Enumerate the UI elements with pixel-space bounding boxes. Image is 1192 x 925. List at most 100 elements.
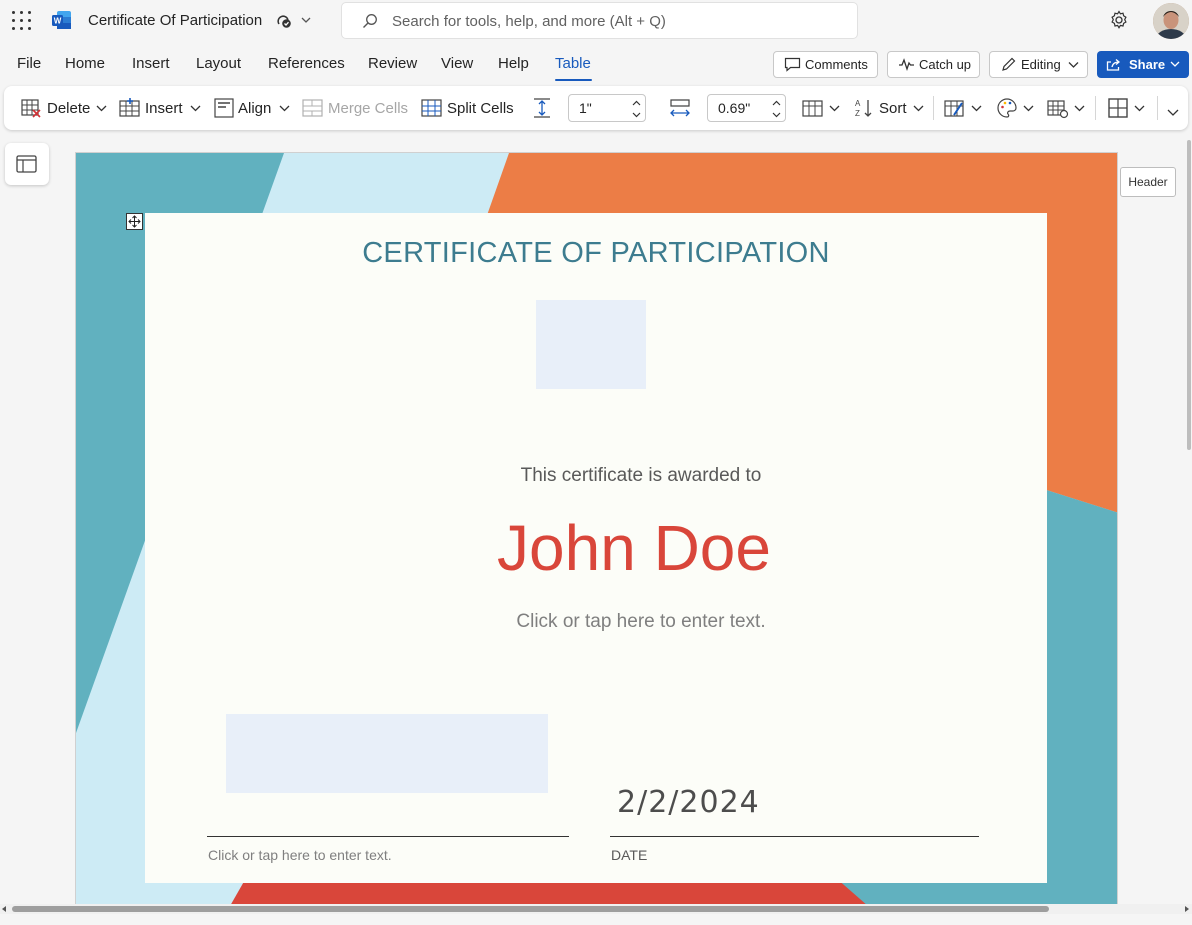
active-tab-indicator xyxy=(555,79,592,81)
tab-help[interactable]: Help xyxy=(498,55,529,72)
navigation-pane-icon xyxy=(16,155,37,173)
tab-references[interactable]: References xyxy=(268,55,345,72)
search-placeholder: Search for tools, help, and more (Alt + … xyxy=(392,13,666,30)
distribute-icon xyxy=(802,100,823,117)
catch-up-label: Catch up xyxy=(919,57,972,72)
ribbon-divider xyxy=(1157,96,1158,120)
search-icon xyxy=(363,14,377,28)
table-styles-button[interactable] xyxy=(944,86,984,130)
chevron-up-icon[interactable] xyxy=(632,99,641,107)
chevron-down-icon[interactable] xyxy=(772,111,781,119)
search-box[interactable]: Search for tools, help, and more (Alt + … xyxy=(341,2,858,39)
chevron-up-icon[interactable] xyxy=(772,99,781,107)
chevron-down-icon xyxy=(190,105,201,112)
chevron-down-icon xyxy=(829,105,840,112)
svg-text:A: A xyxy=(855,99,861,108)
settings-gear-icon[interactable] xyxy=(1109,10,1129,30)
share-label: Share xyxy=(1129,57,1166,72)
ribbon-divider xyxy=(933,96,934,120)
merge-cells-icon xyxy=(302,99,323,117)
catch-up-button[interactable]: Catch up xyxy=(887,51,980,78)
sort-az-icon: A Z xyxy=(855,99,872,118)
tab-insert[interactable]: Insert xyxy=(132,55,170,72)
tab-layout[interactable]: Layout xyxy=(196,55,241,72)
align-button[interactable]: Align xyxy=(213,86,291,130)
horizontal-scrollbar[interactable] xyxy=(0,904,1192,914)
document-title[interactable]: Certificate Of Participation xyxy=(88,12,262,29)
share-button[interactable]: Share xyxy=(1097,51,1189,78)
status-bar xyxy=(0,914,1192,925)
date-line xyxy=(610,836,979,837)
date-label[interactable]: DATE xyxy=(611,847,647,863)
vertical-scrollbar[interactable] xyxy=(1185,140,1192,904)
certificate-panel: CERTIFICATE OF PARTICIPATION This certif… xyxy=(145,213,1047,883)
chevron-down-icon xyxy=(1170,61,1180,67)
delete-table-icon xyxy=(21,99,41,118)
saved-status-icon[interactable] xyxy=(275,12,292,29)
table-properties-button[interactable] xyxy=(1047,86,1087,130)
awarded-text[interactable]: This certificate is awarded to xyxy=(145,465,1047,487)
editing-mode-button[interactable]: Editing xyxy=(989,51,1088,78)
pencil-icon xyxy=(1002,57,1016,71)
navigation-pane-button[interactable] xyxy=(5,143,49,185)
chevron-down-icon xyxy=(279,105,290,112)
insert-rows-button[interactable]: Insert xyxy=(119,86,205,130)
palette-icon xyxy=(997,98,1017,118)
details-placeholder[interactable]: Click or tap here to enter text. xyxy=(145,611,1047,633)
chevron-down-icon xyxy=(1134,105,1145,112)
row-height-value: 1" xyxy=(579,100,592,116)
tab-review[interactable]: Review xyxy=(368,55,417,72)
comment-icon xyxy=(784,57,801,72)
tab-view[interactable]: View xyxy=(441,55,473,72)
insert-label: Insert xyxy=(145,100,183,117)
column-width-stepper[interactable]: 0.69" xyxy=(707,94,786,122)
row-height-icon xyxy=(534,98,550,118)
borders-button[interactable] xyxy=(1107,86,1147,130)
chevron-down-icon xyxy=(96,105,107,112)
horizontal-scroll-thumb[interactable] xyxy=(12,906,1049,912)
chevron-down-icon xyxy=(1023,105,1034,112)
row-height-stepper[interactable]: 1" xyxy=(568,94,646,122)
signature-placeholder[interactable]: Click or tap here to enter text. xyxy=(208,847,392,863)
table-ribbon: Delete Insert Align Merge Cells Split Ce… xyxy=(4,86,1188,130)
date-value[interactable]: 2/2/2024 xyxy=(617,785,760,820)
logo-placeholder[interactable] xyxy=(536,300,646,389)
chevron-down-icon xyxy=(913,105,924,112)
chevron-down-icon[interactable] xyxy=(632,111,641,119)
merge-cells-button[interactable]: Merge Cells xyxy=(302,86,410,130)
table-settings-icon xyxy=(1047,100,1069,119)
split-cells-label: Split Cells xyxy=(447,100,514,117)
word-logo-icon: W xyxy=(52,11,71,29)
chevron-down-icon xyxy=(971,105,982,112)
activity-icon xyxy=(899,58,914,72)
shading-button[interactable] xyxy=(996,86,1036,130)
svg-text:W: W xyxy=(54,17,62,26)
vertical-scroll-thumb[interactable] xyxy=(1187,140,1191,450)
signature-line xyxy=(207,836,569,837)
user-avatar[interactable] xyxy=(1153,3,1189,39)
comments-button[interactable]: Comments xyxy=(773,51,878,78)
tab-file[interactable]: File xyxy=(17,55,41,72)
chevron-down-icon[interactable] xyxy=(300,14,312,26)
scroll-left-icon[interactable] xyxy=(1,906,7,912)
table-move-handle[interactable] xyxy=(126,213,143,230)
header-tag[interactable]: Header xyxy=(1120,167,1176,197)
sort-button[interactable]: A Z Sort xyxy=(853,86,925,130)
scroll-right-icon[interactable] xyxy=(1184,906,1190,912)
ribbon-divider xyxy=(1095,96,1096,120)
certificate-title[interactable]: CERTIFICATE OF PARTICIPATION xyxy=(145,237,1047,270)
sort-label: Sort xyxy=(879,100,907,117)
split-cells-icon xyxy=(421,99,442,117)
tab-home[interactable]: Home xyxy=(65,55,105,72)
delete-label: Delete xyxy=(47,100,91,117)
app-launcher-icon[interactable] xyxy=(12,11,32,31)
recipient-name[interactable]: John Doe xyxy=(145,511,1047,585)
expand-ribbon-icon[interactable] xyxy=(1167,108,1179,118)
split-cells-button[interactable]: Split Cells xyxy=(421,86,519,130)
column-width-value: 0.69" xyxy=(718,100,751,116)
tab-table[interactable]: Table xyxy=(555,55,591,72)
signature-image-placeholder[interactable] xyxy=(226,714,548,793)
distribute-button[interactable] xyxy=(802,86,842,130)
delete-button[interactable]: Delete xyxy=(20,86,108,130)
move-arrows-icon xyxy=(128,215,141,228)
